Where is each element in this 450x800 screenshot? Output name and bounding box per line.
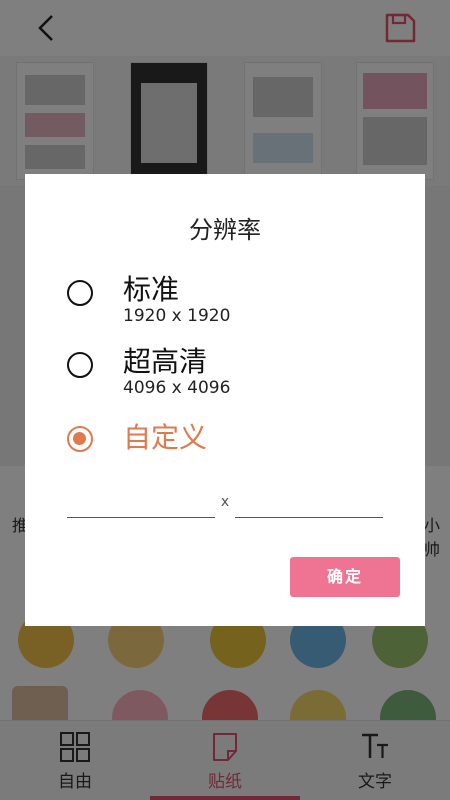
option-ultra-hd[interactable]: 超高清 4096 x 4096	[67, 345, 387, 402]
option-label: 超高清	[123, 345, 208, 378]
confirm-button[interactable]: 确定	[290, 557, 400, 597]
custom-width-input[interactable]	[67, 490, 215, 518]
radio-button[interactable]	[67, 352, 93, 378]
option-resolution: 1920 x 1920	[123, 306, 231, 326]
option-standard[interactable]: 标准 1920 x 1920	[67, 273, 387, 330]
custom-height-input[interactable]	[235, 490, 383, 518]
option-resolution: 4096 x 4096	[123, 378, 231, 398]
radio-button-selected[interactable]	[67, 426, 93, 452]
radio-button[interactable]	[67, 280, 93, 306]
option-label: 标准	[123, 273, 180, 306]
option-label: 自定义	[123, 421, 208, 454]
dialog-title: 分辨率	[189, 216, 261, 244]
size-separator: x	[220, 494, 230, 510]
resolution-dialog: 分辨率 标准 1920 x 1920 超高清 4096 x 4096 自定义 x…	[25, 174, 425, 626]
option-custom[interactable]: 自定义	[67, 421, 387, 464]
custom-size-inputs: x	[67, 490, 383, 520]
